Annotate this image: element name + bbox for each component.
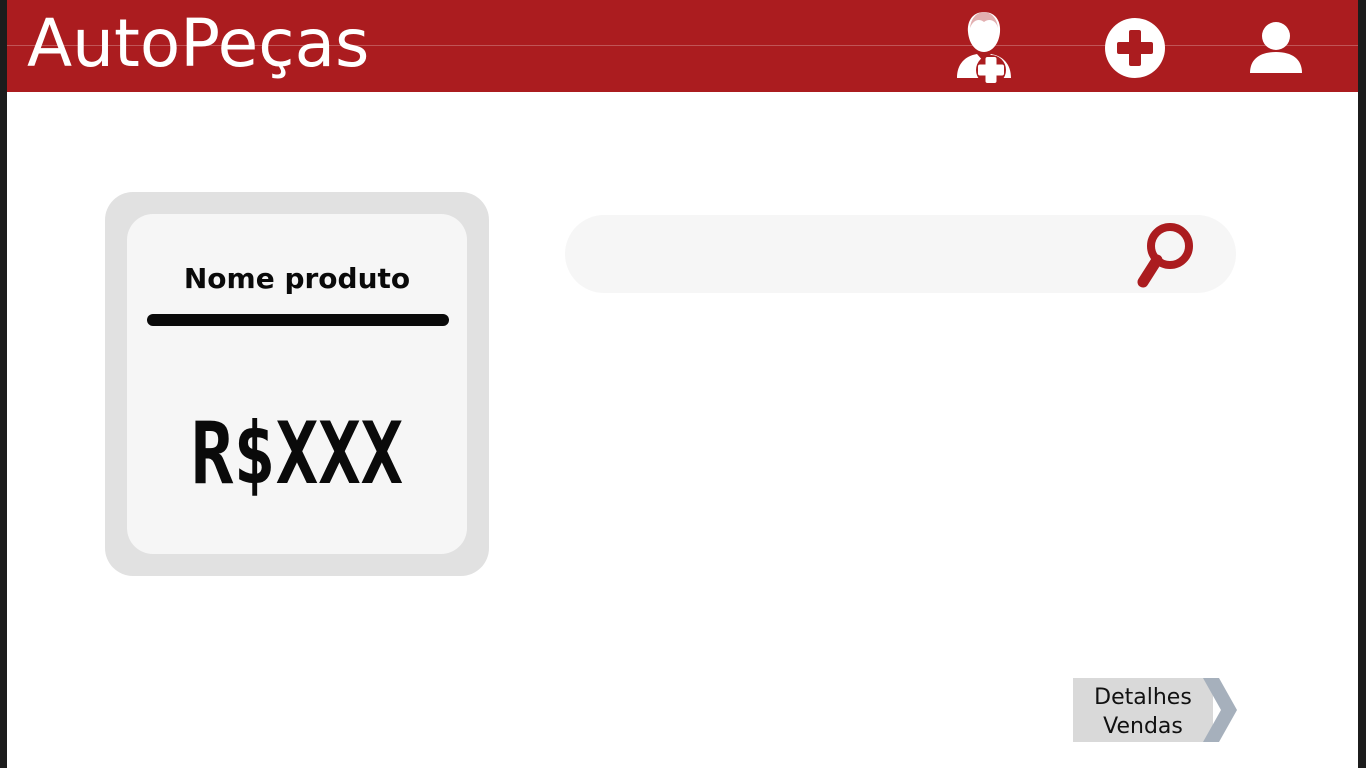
product-card[interactable]: Nome produto R$XXX — [105, 192, 489, 576]
search-icon[interactable] — [1131, 220, 1201, 290]
search-bar — [565, 215, 1236, 293]
user-profile-icon[interactable] — [1247, 21, 1305, 75]
product-price: R$XXX — [190, 404, 404, 504]
product-divider — [147, 314, 449, 326]
search-input[interactable] — [595, 233, 1119, 277]
product-card-inner: Nome produto R$XXX — [127, 214, 467, 554]
details-sales-line1: Detalhes — [1094, 685, 1192, 710]
details-sales-line2: Vendas — [1103, 714, 1183, 739]
brand-title: AutoPeças — [27, 5, 370, 82]
add-user-icon[interactable] — [951, 8, 1017, 86]
header-bar: AutoPeças — [7, 0, 1358, 92]
details-sales-label: Detalhes Vendas — [1075, 683, 1211, 741]
app-frame: AutoPeças Nome produto R$XXX Detalhes Ve… — [7, 0, 1358, 768]
add-circle-icon[interactable] — [1104, 17, 1166, 79]
details-sales-button[interactable]: Detalhes Vendas — [1073, 678, 1241, 744]
product-name: Nome produto — [183, 262, 411, 295]
